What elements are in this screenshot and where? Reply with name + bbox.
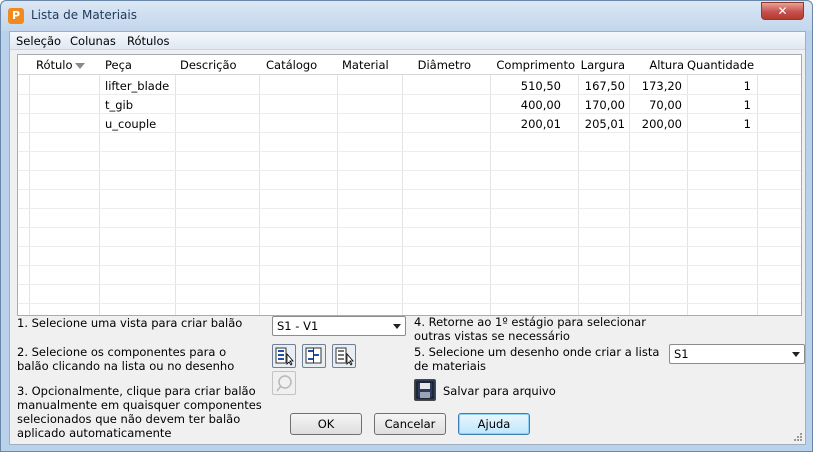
- cell-quantidade: 1: [743, 79, 751, 93]
- drawing-select[interactable]: S1: [669, 344, 805, 364]
- cell-peca: t_gib: [105, 98, 134, 112]
- col-header-largura[interactable]: Largura: [578, 58, 625, 72]
- save-file-button[interactable]: [414, 379, 436, 401]
- view-select[interactable]: S1 - V1: [272, 316, 406, 336]
- col-header-comprimento[interactable]: Comprimento: [490, 58, 575, 72]
- view-select-value: S1 - V1: [277, 319, 319, 333]
- menu-bar: Seleção Colunas Rótulos: [10, 32, 805, 50]
- col-header-material[interactable]: Material: [342, 58, 389, 72]
- col-header-quantidade[interactable]: Quantidade: [687, 58, 754, 72]
- col-header-altura[interactable]: Altura: [629, 58, 684, 72]
- select-all-rows-icon: [275, 347, 294, 366]
- save-floppy-icon: [416, 381, 434, 399]
- table-header: Rótulo Peça Descrição Catálogo Material …: [18, 55, 801, 75]
- cell-peca: lifter_blade: [105, 79, 170, 93]
- step4-label: 4. Retorne ao 1º estágio para selecionar…: [414, 315, 646, 343]
- select-rows-cursor-button[interactable]: [332, 344, 356, 368]
- col-header-peca[interactable]: Peça: [105, 58, 132, 72]
- manual-balloon-icon: [276, 375, 292, 392]
- cell-quantidade: 1: [743, 98, 751, 112]
- step3-label: 3. Opcionalmente, clique para criar balã…: [17, 384, 262, 438]
- cell-quantidade: 1: [743, 117, 751, 131]
- help-button[interactable]: Ajuda: [458, 413, 530, 435]
- col-header-diametro[interactable]: Diâmetro: [402, 58, 471, 72]
- close-button[interactable]: ✕: [761, 2, 804, 20]
- col-header-rotulo[interactable]: Rótulo: [36, 58, 85, 72]
- save-file-label[interactable]: Salvar para arquivo: [443, 384, 556, 398]
- window-title: Lista de Materiais: [31, 8, 137, 22]
- step2-label: 2. Selecione os componentes para o balão…: [17, 345, 235, 373]
- manual-balloon-button[interactable]: [272, 371, 296, 395]
- menu-selecao[interactable]: Seleção: [16, 34, 61, 48]
- app-icon: P: [8, 8, 24, 24]
- cell-altura: 173,20: [641, 79, 682, 93]
- cell-altura: 70,00: [649, 98, 682, 112]
- cell-peca: u_couple: [105, 117, 157, 131]
- cell-comprimento: 510,50: [520, 79, 561, 93]
- resize-grip-icon[interactable]: [793, 432, 803, 442]
- chevron-down-icon: [393, 324, 401, 329]
- drawing-select-value: S1: [674, 347, 689, 361]
- col-header-catalogo[interactable]: Catálogo: [266, 58, 317, 72]
- ok-button[interactable]: OK: [290, 413, 362, 435]
- cell-comprimento: 200,01: [520, 117, 561, 131]
- title-bar[interactable]: P Lista de Materiais ✕: [1, 1, 812, 31]
- bom-table[interactable]: Rótulo Peça Descrição Catálogo Material …: [17, 54, 802, 316]
- cell-altura: 200,00: [641, 117, 682, 131]
- cancel-button[interactable]: Cancelar: [374, 413, 446, 435]
- menu-rotulos[interactable]: Rótulos: [127, 34, 170, 48]
- menu-colunas[interactable]: Colunas: [70, 34, 116, 48]
- select-rows-cursor-icon: [335, 347, 354, 366]
- step1-label: 1. Selecione uma vista para criar balão: [17, 316, 243, 330]
- cell-largura: 205,01: [584, 117, 625, 131]
- step5-label: 5. Selecione um desenho onde criar a lis…: [414, 345, 660, 373]
- sort-arrow-icon: [74, 62, 85, 69]
- dialog-client-area: Seleção Colunas Rótulos Rótulo Peça Desc…: [9, 31, 806, 445]
- main-window: P Lista de Materiais ✕ Seleção Colunas R…: [0, 0, 813, 452]
- select-mixed-rows-button[interactable]: [302, 344, 326, 368]
- select-mixed-rows-icon: [305, 347, 322, 364]
- cell-largura: 170,00: [584, 98, 625, 112]
- cell-comprimento: 400,00: [520, 98, 561, 112]
- chevron-down-icon: [792, 352, 800, 357]
- col-header-descricao[interactable]: Descrição: [180, 58, 237, 72]
- cell-largura: 167,50: [584, 79, 625, 93]
- select-all-rows-button[interactable]: [272, 344, 296, 368]
